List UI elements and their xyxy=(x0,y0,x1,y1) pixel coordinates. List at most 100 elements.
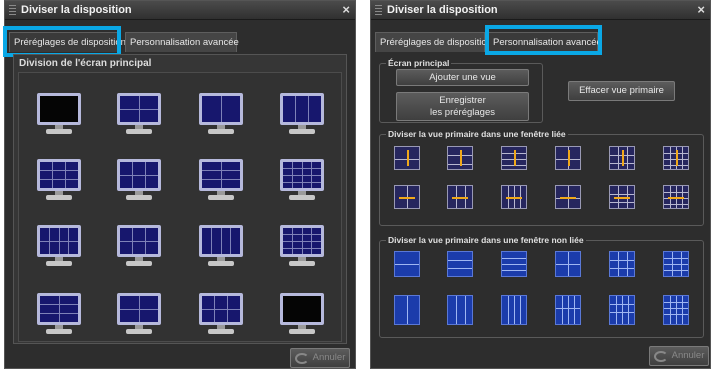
linked-split-icon[interactable] xyxy=(447,185,473,209)
divider-line xyxy=(616,296,617,324)
preset-4x2[interactable] xyxy=(199,225,243,271)
divider-line xyxy=(52,162,53,188)
unlinked-split-icon[interactable] xyxy=(501,251,527,277)
preset-1+8[interactable] xyxy=(199,293,243,339)
divider-line xyxy=(502,270,526,271)
divider-line xyxy=(40,179,78,180)
preset-4x3b[interactable] xyxy=(117,225,161,271)
divider-line xyxy=(670,296,671,324)
divider-line xyxy=(664,308,688,309)
monitor-screen xyxy=(117,159,161,191)
divider-line xyxy=(465,296,466,324)
divider-line xyxy=(230,228,231,254)
save-presets-button[interactable]: Enregistrer les préréglages xyxy=(396,92,529,121)
undo-button[interactable]: Annuler xyxy=(649,346,709,366)
preset-3x3[interactable] xyxy=(37,159,81,205)
preset-1x3[interactable] xyxy=(280,93,324,139)
close-icon[interactable]: × xyxy=(342,2,350,17)
preset-4x4b[interactable] xyxy=(280,225,324,271)
preset-4x3[interactable] xyxy=(37,225,81,271)
linked-split-icon[interactable] xyxy=(663,146,689,170)
linked-split-icon[interactable] xyxy=(394,146,420,170)
monitor-stand xyxy=(126,329,152,334)
arrow-icon xyxy=(460,150,462,166)
arrow-icon xyxy=(568,150,570,166)
add-view-button[interactable]: Ajouter une vue xyxy=(396,69,529,86)
preset-3x3c[interactable] xyxy=(199,159,243,205)
divider-line xyxy=(556,308,580,309)
unlinked-split-icon[interactable] xyxy=(663,295,689,325)
divider-line xyxy=(407,296,408,324)
linked-split-icon[interactable] xyxy=(447,146,473,170)
monitor-stand xyxy=(289,329,315,334)
divider-line xyxy=(221,96,222,122)
arrow-icon xyxy=(452,197,468,199)
preset-1x1[interactable] xyxy=(37,93,81,139)
close-icon[interactable]: × xyxy=(697,2,705,17)
monitor-screen xyxy=(117,93,161,125)
divider-line xyxy=(622,296,623,324)
unlinked-split-icon[interactable] xyxy=(447,295,473,325)
unlinked-split-icon[interactable] xyxy=(447,251,473,277)
divider-line xyxy=(295,96,296,122)
linked-split-icon[interactable] xyxy=(501,146,527,170)
unlinked-split-icon[interactable] xyxy=(555,295,581,325)
save-label-line1: Enregistrer xyxy=(439,94,486,106)
clear-primary-button[interactable]: Effacer vue primaire xyxy=(568,81,675,101)
linked-split-icon[interactable] xyxy=(663,185,689,209)
monitor-stand xyxy=(289,261,315,266)
linked-split-icon[interactable] xyxy=(609,185,635,209)
tab-presets[interactable]: Préréglages de disposition xyxy=(375,32,492,52)
divider-line xyxy=(308,96,309,122)
group-label: Diviser la vue primaire dans une fenêtre… xyxy=(386,129,568,139)
monitor-stand xyxy=(208,195,234,200)
unlinked-split-icon[interactable] xyxy=(501,295,527,325)
undo-button[interactable]: Annuler xyxy=(290,348,350,368)
divider-line xyxy=(120,309,158,310)
divider-line xyxy=(202,309,240,310)
undo-label: Annuler xyxy=(312,352,346,363)
preset-1+5[interactable] xyxy=(37,293,81,339)
title-bar[interactable]: Diviser la disposition × xyxy=(371,1,710,20)
preset-3x3b[interactable] xyxy=(117,159,161,205)
divider-line xyxy=(120,175,158,176)
linked-split-icon[interactable] xyxy=(394,185,420,209)
divider-line xyxy=(283,182,321,183)
unlinked-split-icon[interactable] xyxy=(394,295,420,325)
preset-1+7[interactable] xyxy=(117,293,161,339)
divider-line xyxy=(502,258,526,259)
grip-icon xyxy=(9,4,16,16)
unlinked-split-icon[interactable] xyxy=(555,251,581,277)
monitor-stand xyxy=(46,195,72,200)
tab-advanced[interactable]: Personnalisation avancée xyxy=(125,32,239,52)
divider-line xyxy=(283,241,321,242)
preset-blank[interactable] xyxy=(280,293,324,339)
preset-4x4[interactable] xyxy=(280,159,324,205)
monitor-screen xyxy=(117,293,161,325)
divider-line xyxy=(610,194,634,195)
linked-split-icon[interactable] xyxy=(555,185,581,209)
divider-line xyxy=(456,296,457,324)
divider-line xyxy=(395,264,419,265)
arrow-icon xyxy=(514,150,516,166)
save-label-line2: les préréglages xyxy=(430,106,495,118)
preset-1x2[interactable] xyxy=(199,93,243,139)
divider-line xyxy=(610,260,634,261)
title-bar[interactable]: Diviser la disposition × xyxy=(5,1,355,20)
divider-line xyxy=(221,228,222,254)
unlinked-split-icon[interactable] xyxy=(394,251,420,277)
monitor-stand xyxy=(289,129,315,134)
divider-line xyxy=(664,302,688,303)
monitor-screen xyxy=(37,93,81,125)
highlight-box xyxy=(485,25,602,55)
linked-split-icon[interactable] xyxy=(555,146,581,170)
linked-split-icon[interactable] xyxy=(501,185,527,209)
divider-line xyxy=(120,241,158,242)
grip-icon xyxy=(375,4,382,16)
linked-split-icon[interactable] xyxy=(609,146,635,170)
unlinked-split-icon[interactable] xyxy=(609,251,635,277)
unlinked-split-icon[interactable] xyxy=(609,295,635,325)
preset-1+3[interactable] xyxy=(117,93,161,139)
unlinked-split-icon[interactable] xyxy=(663,251,689,277)
monitor-screen xyxy=(37,159,81,191)
